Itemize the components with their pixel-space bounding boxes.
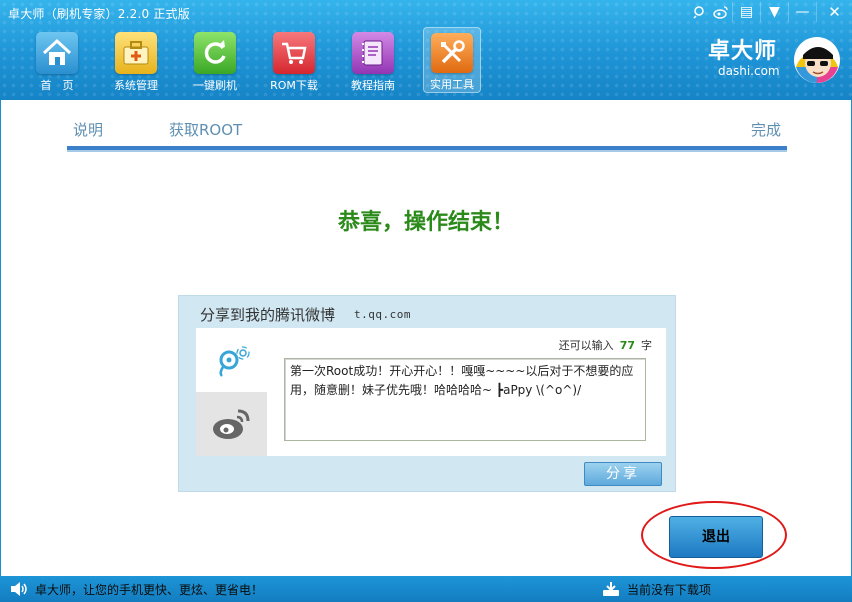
- nav-utilities[interactable]: 实用工具: [423, 27, 481, 93]
- tools-icon: [431, 33, 473, 73]
- main-content: 说明 获取ROOT 完成 恭喜，操作结束！ 分享到我的腾讯微博 t.qq.com: [1, 100, 851, 576]
- app-header: 卓大师（刷机专家）2.2.0 正式版 ▤ ▼ — ✕ 首 页 系统管理 一键刷机…: [0, 0, 852, 100]
- brand-name: 卓大师: [708, 39, 778, 64]
- footer-slogan: 卓大师，让您的手机更快、更炫、更省电！: [35, 583, 264, 597]
- tab-sina-weibo[interactable]: [196, 392, 267, 456]
- dropdown-button[interactable]: ▼: [760, 2, 788, 22]
- download-status: 当前没有下载项: [627, 583, 712, 597]
- title-bar-controls: ▤ ▼ — ✕: [688, 0, 852, 24]
- char-counter-suffix: 字: [641, 339, 652, 352]
- brand: 卓大师 dashi.com: [708, 39, 780, 79]
- tab-tencent-weibo[interactable]: [196, 328, 267, 392]
- nav-rom-download[interactable]: ROM下载: [265, 27, 323, 93]
- step-indicator: 说明 获取ROOT 完成: [67, 119, 787, 139]
- step-get-root: 获取ROOT: [169, 121, 243, 139]
- result-message: 恭喜，操作结束！: [337, 210, 514, 235]
- nav-home[interactable]: 首 页: [28, 27, 86, 93]
- nav-one-click-flash[interactable]: 一键刷机: [186, 27, 244, 93]
- char-counter-value: 77: [619, 339, 635, 352]
- download-icon[interactable]: [602, 581, 620, 600]
- toolbox-icon: [115, 32, 157, 74]
- sina-weibo-icon[interactable]: [710, 2, 732, 22]
- char-counter-prefix: 还可以输入: [558, 339, 614, 352]
- step-explain: 说明: [73, 121, 104, 139]
- step-progress-bar: [67, 146, 787, 152]
- home-icon: [36, 32, 78, 74]
- menu-button[interactable]: ▤: [732, 2, 760, 22]
- share-site: t.qq.com: [354, 308, 411, 321]
- step-complete: 完成: [750, 121, 781, 139]
- minimize-button[interactable]: —: [788, 2, 816, 22]
- share-title: 分享到我的腾讯微博: [200, 306, 336, 324]
- tencent-weibo-icon[interactable]: [688, 2, 710, 22]
- share-message-input[interactable]: 第一次Root成功！开心开心！！嘎嘎~~~~以后对于不想要的应用，随意删！妹子优…: [284, 358, 646, 441]
- exit-button[interactable]: 退出: [669, 516, 763, 558]
- tencent-weibo-icon: [218, 346, 250, 377]
- refresh-icon: [194, 32, 236, 74]
- book-icon: [352, 32, 394, 74]
- nav-label: 教程指南: [351, 79, 395, 92]
- speaker-icon[interactable]: [9, 581, 29, 600]
- share-form: 还可以输入 77 字 第一次Root成功！开心开心！！嘎嘎~~~~以后对于不想要的应…: [196, 328, 666, 456]
- nav-label: 系统管理: [114, 79, 158, 92]
- brand-domain: dashi.com: [718, 64, 780, 78]
- main-nav: 首 页 系统管理 一键刷机 ROM下载 教程指南 实用工具: [28, 27, 502, 93]
- brand-logo-icon: [794, 37, 840, 83]
- nav-label: 实用工具: [430, 78, 474, 91]
- nav-label: 一键刷机: [193, 79, 237, 92]
- nav-tutorial[interactable]: 教程指南: [344, 27, 402, 93]
- window-title: 卓大师（刷机专家）2.2.0 正式版: [8, 7, 190, 21]
- nav-label: ROM下载: [270, 79, 318, 92]
- nav-label: 首 页: [40, 79, 74, 92]
- char-counter: 还可以输入 77 字: [559, 337, 652, 353]
- nav-system-manage[interactable]: 系统管理: [107, 27, 165, 93]
- share-panel: 分享到我的腾讯微博 t.qq.com 还可以输入 77 字 第一次Root成功！…: [178, 295, 676, 492]
- status-bar: 卓大师，让您的手机更快、更炫、更省电！ 当前没有下载项: [0, 576, 852, 602]
- close-button[interactable]: ✕: [816, 2, 852, 22]
- sina-weibo-icon: [212, 409, 249, 439]
- share-button[interactable]: 分享: [584, 462, 662, 486]
- cart-icon: [273, 32, 315, 74]
